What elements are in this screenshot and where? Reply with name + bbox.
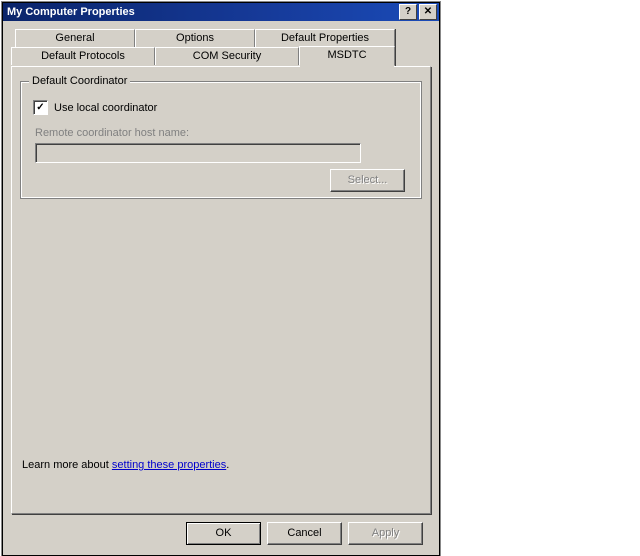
close-button[interactable]: ✕ xyxy=(419,4,437,20)
titlebar-controls: ? ✕ xyxy=(399,4,437,20)
group-legend: Default Coordinator xyxy=(29,75,130,87)
tab-msdtc[interactable]: MSDTC xyxy=(299,46,395,66)
apply-button: Apply xyxy=(348,522,423,545)
help-button[interactable]: ? xyxy=(399,4,417,20)
learn-more-prefix: Learn more about xyxy=(22,459,112,471)
use-local-coordinator-row[interactable]: Use local coordinator xyxy=(33,100,411,115)
learn-more-link[interactable]: setting these properties xyxy=(112,459,226,471)
client-area: General Options Default Properties Defau… xyxy=(3,21,439,555)
properties-dialog: My Computer Properties ? ✕ General Optio… xyxy=(2,2,440,556)
tab-options[interactable]: Options xyxy=(135,29,255,47)
title-bar[interactable]: My Computer Properties ? ✕ xyxy=(3,3,439,21)
tab-panel-msdtc: Default Coordinator Use local coordinato… xyxy=(11,66,431,514)
window-title: My Computer Properties xyxy=(7,6,399,18)
ok-button[interactable]: OK xyxy=(186,522,261,545)
use-local-coordinator-checkbox[interactable] xyxy=(33,100,48,115)
tab-strip: General Options Default Properties Defau… xyxy=(11,29,431,67)
group-default-coordinator: Default Coordinator Use local coordinato… xyxy=(20,81,422,199)
tab-default-protocols[interactable]: Default Protocols xyxy=(11,47,155,65)
cancel-button[interactable]: Cancel xyxy=(267,522,342,545)
tab-default-properties[interactable]: Default Properties xyxy=(255,29,395,47)
learn-more-suffix: . xyxy=(226,459,229,471)
dialog-buttons: OK Cancel Apply xyxy=(11,514,431,545)
remote-host-input xyxy=(35,143,361,163)
select-button: Select... xyxy=(330,169,405,192)
learn-more: Learn more about setting these propertie… xyxy=(22,459,229,471)
remote-host-label: Remote coordinator host name: xyxy=(35,127,411,139)
use-local-coordinator-label: Use local coordinator xyxy=(54,102,157,114)
tab-general[interactable]: General xyxy=(15,29,135,47)
tab-com-security[interactable]: COM Security xyxy=(155,47,299,65)
